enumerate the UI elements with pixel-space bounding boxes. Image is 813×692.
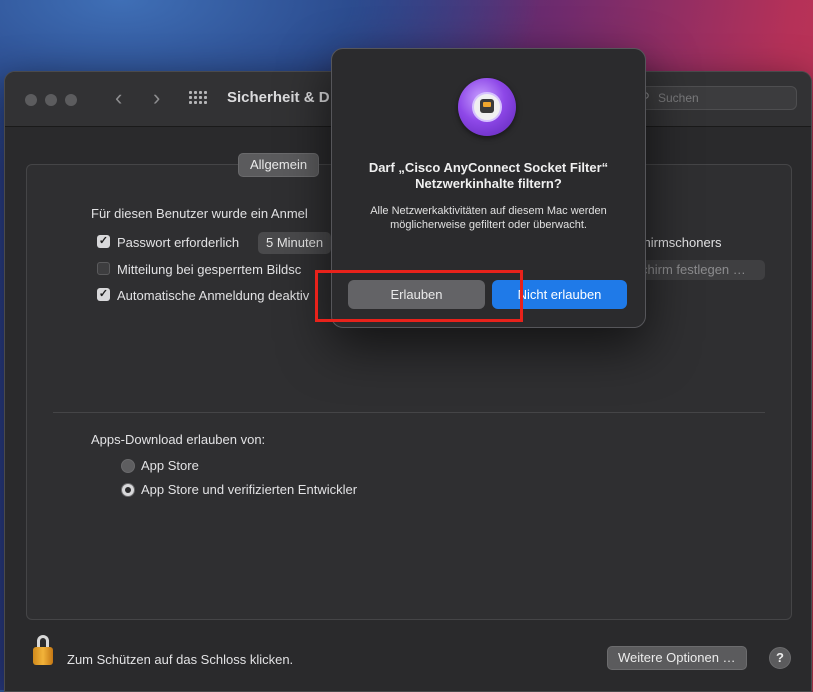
section-divider [53,412,765,413]
minimize-button[interactable] [45,94,57,106]
lock-message-label: Mitteilung bei gesperrtem Bildsc [117,262,302,277]
search-field[interactable]: ⚲ [633,86,797,110]
set-lock-message-button[interactable]: chirm festlegen … [635,260,765,280]
apps-download-heading: Apps-Download erlauben von: [91,432,266,447]
back-button[interactable]: ‹ [115,86,122,110]
lock-hint-text: Zum Schützen auf das Schloss klicken. [67,652,294,667]
auto-login-label: Automatische Anmeldung deaktiv [117,288,310,303]
auto-login-checkbox[interactable]: ✓ [97,288,110,301]
cisco-anyconnect-icon [458,78,516,136]
radio-app-store-label: App Store [141,458,199,473]
help-button[interactable]: ? [769,647,791,669]
show-all-grid-icon[interactable] [189,91,207,107]
require-password-checkbox[interactable]: ✓ [97,235,110,248]
require-password-label: Passwort erforderlich [117,235,240,250]
search-input[interactable] [658,90,788,106]
login-info-text: Für diesen Benutzer wurde ein Anmel [91,206,308,221]
more-options-button[interactable]: Weitere Optionen … [607,646,747,670]
radio-app-store-identified[interactable] [121,483,135,497]
screensaver-text: chirmschoners [637,235,722,250]
forward-button[interactable]: › [153,86,160,110]
dialog-title-line1: Darf „Cisco AnyConnect Socket Filter“ [368,160,609,175]
tab-general[interactable]: Allgemein [238,153,320,177]
radio-app-store[interactable] [121,459,135,473]
window-title: Sicherheit & D [227,89,330,106]
close-button[interactable] [25,94,37,106]
dialog-message: Alle Netzwerkaktivitäten auf diesem Mac … [370,205,607,231]
zoom-button[interactable] [65,94,77,106]
password-delay-popup[interactable]: 5 Minuten [258,232,332,254]
radio-app-store-identified-label: App Store und verifizierten Entwickler [141,482,358,497]
dialog-title-line2: Netzwerkinhalte filtern? [415,176,562,191]
dialog-title: Darf „Cisco AnyConnect Socket Filter“ Ne… [342,160,635,192]
lock-icon[interactable] [33,635,55,665]
highlight-box [315,270,523,322]
lock-message-checkbox[interactable] [97,262,110,275]
